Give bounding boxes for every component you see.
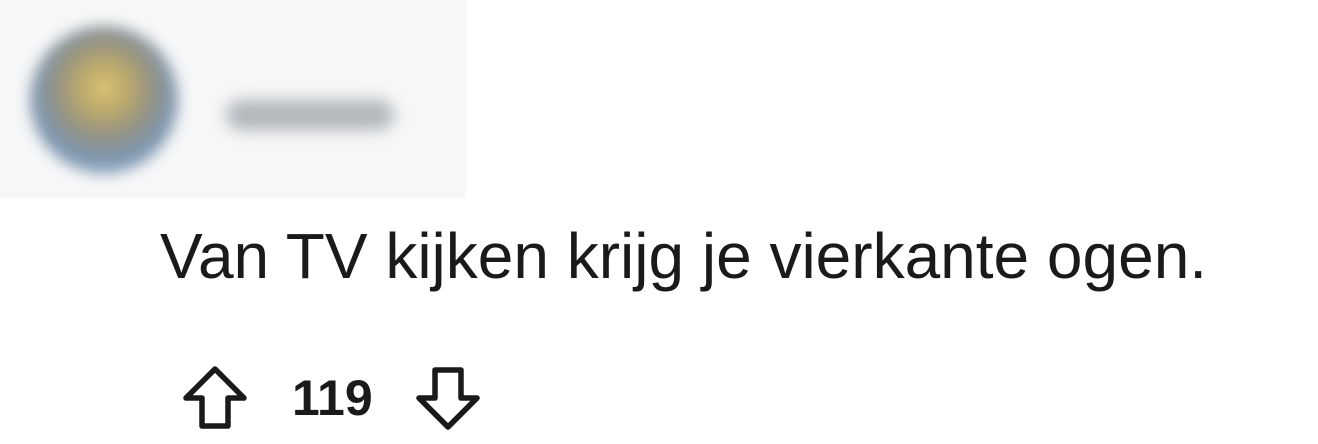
arrow-up-outline-icon [183,366,247,429]
arrow-down-outline-icon [415,367,480,430]
downvote-button[interactable] [411,361,485,435]
vote-score: 119 [292,370,373,426]
comment-author-header [0,0,466,198]
upvote-button[interactable] [178,361,252,435]
user-avatar[interactable] [30,26,178,174]
username-redacted[interactable] [226,100,394,130]
comment-body: Van TV kijken krijg je vierkante ogen. [160,220,1208,292]
vote-bar: 119 [178,360,485,436]
